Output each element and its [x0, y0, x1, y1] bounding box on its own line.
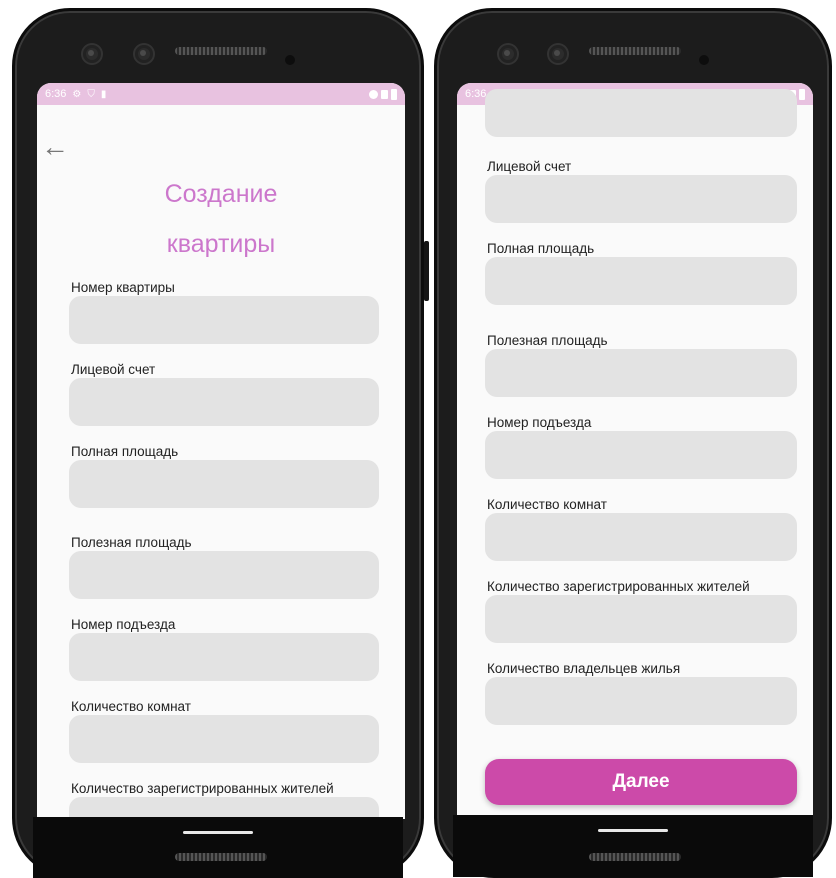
form-content-right: Лицевой счет Полная площадь Полезная пло… — [457, 89, 813, 817]
proximity-sensor — [699, 55, 709, 65]
total-area-input[interactable] — [69, 460, 379, 508]
room-count-input[interactable] — [69, 715, 379, 763]
owner-count-input[interactable] — [485, 677, 797, 725]
form-content-left: ← Создание квартиры Номер квартиры Лицев… — [37, 105, 405, 819]
room-count-input[interactable] — [485, 513, 797, 561]
phone-frame-left: 6:36 ⚙ ⛉ ▮ ← Создание квартиры Номер ква… — [12, 8, 429, 878]
back-arrow-icon[interactable]: ← — [41, 133, 73, 161]
page-title-line1: Создание — [164, 180, 278, 208]
useful-area-input[interactable] — [485, 349, 797, 397]
earpiece-speaker — [589, 47, 681, 55]
top-bezel — [15, 11, 421, 91]
label-registered-residents: Количество зарегистрированных жителей — [487, 579, 750, 594]
shield-icon: ⛉ — [87, 88, 95, 100]
front-camera-icon — [83, 45, 101, 63]
entrance-number-input[interactable] — [485, 431, 797, 479]
stage: 6:36 ⚙ ⛉ ▮ ← Создание квартиры Номер ква… — [0, 0, 836, 878]
label-entrance-number: Номер подъезда — [71, 617, 176, 632]
gear-icon: ⚙ — [72, 88, 82, 100]
front-camera-icon — [499, 45, 517, 63]
label-useful-area: Полезная площадь — [487, 333, 608, 348]
battery-icon — [391, 88, 397, 100]
next-button[interactable]: Далее — [485, 759, 797, 805]
status-bar: 6:36 ⚙ ⛉ ▮ — [37, 83, 405, 105]
page-title-line2: квартиры — [166, 230, 276, 258]
proximity-sensor — [285, 55, 295, 65]
label-apartment-number: Номер квартиры — [71, 280, 175, 295]
entrance-number-input[interactable] — [69, 633, 379, 681]
label-personal-account: Лицевой счет — [71, 362, 156, 377]
bottom-speaker — [175, 853, 267, 861]
status-time: 6:36 — [45, 88, 67, 100]
total-area-input[interactable] — [485, 257, 797, 305]
label-owner-count: Количество владельцев жилья — [487, 661, 681, 676]
front-camera-icon — [549, 45, 567, 63]
apartment-number-input[interactable] — [69, 296, 379, 344]
volume-button — [424, 241, 429, 301]
front-camera-icon — [135, 45, 153, 63]
label-personal-account: Лицевой счет — [487, 159, 572, 174]
status-right-icons — [369, 88, 397, 100]
home-gesture-bar[interactable] — [598, 829, 668, 832]
top-bezel — [437, 11, 829, 91]
status-time: 6:36 — [465, 88, 487, 100]
screen-right: 6:36 ⚙ ⛉ ▮ Лицевой счет Полная площадь П… — [457, 83, 813, 817]
label-room-count: Количество комнат — [71, 699, 191, 714]
phone-frame-right: 6:36 ⚙ ⛉ ▮ Лицевой счет Полная площадь П… — [434, 8, 832, 878]
sd-card-icon: ▮ — [100, 88, 107, 100]
personal-account-input[interactable] — [69, 378, 379, 426]
navigation-bar — [33, 817, 403, 878]
apartment-number-input[interactable] — [485, 89, 797, 137]
earpiece-speaker — [175, 47, 267, 55]
label-total-area: Полная площадь — [71, 444, 179, 459]
useful-area-input[interactable] — [69, 551, 379, 599]
label-room-count: Количество комнат — [487, 497, 607, 512]
label-total-area: Полная площадь — [487, 241, 595, 256]
screen-left: 6:36 ⚙ ⛉ ▮ ← Создание квартиры Номер ква… — [37, 83, 405, 819]
navigation-bar — [453, 815, 813, 877]
personal-account-input[interactable] — [485, 175, 797, 223]
label-useful-area: Полезная площадь — [71, 535, 192, 550]
bottom-speaker — [589, 853, 681, 861]
wifi-icon — [369, 89, 378, 99]
registered-residents-input[interactable] — [69, 797, 379, 819]
label-entrance-number: Номер подъезда — [487, 415, 592, 430]
signal-icon — [381, 89, 388, 99]
registered-residents-input[interactable] — [485, 595, 797, 643]
label-registered-residents: Количество зарегистрированных жителей — [71, 781, 334, 796]
battery-icon — [799, 88, 805, 100]
home-gesture-bar[interactable] — [183, 831, 253, 834]
